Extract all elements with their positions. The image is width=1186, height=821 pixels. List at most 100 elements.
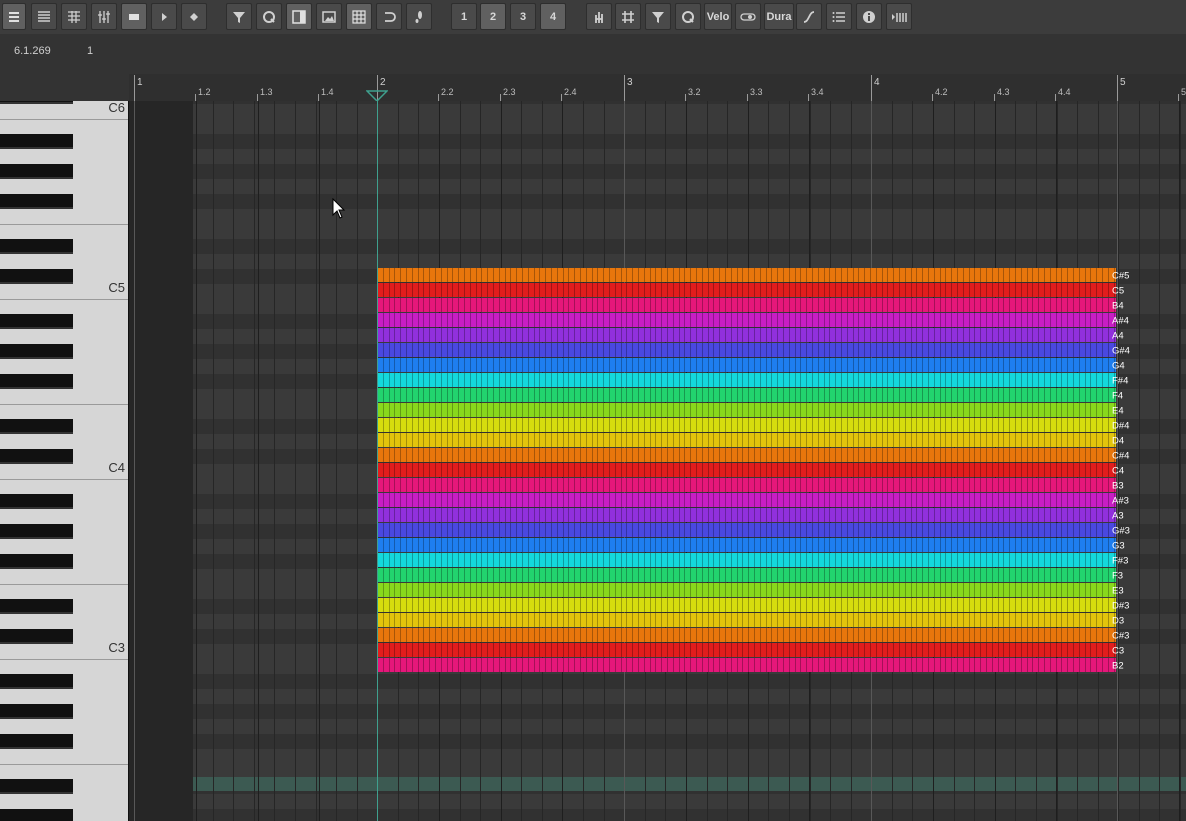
note-label: C#3 <box>1112 631 1129 642</box>
hash-icon[interactable] <box>615 3 641 30</box>
ruler-tick <box>747 94 748 101</box>
image-icon[interactable] <box>316 3 342 30</box>
info-icon[interactable] <box>856 3 882 30</box>
note-label: A4 <box>1112 331 1124 342</box>
black-key[interactable] <box>0 809 73 821</box>
black-key[interactable] <box>0 629 73 644</box>
menu-icon[interactable] <box>2 3 26 30</box>
ruler-beat-label: 4.2 <box>935 87 948 97</box>
play-icon[interactable] <box>151 3 177 30</box>
grid-row <box>129 149 1186 164</box>
note-label: C4 <box>1112 466 1124 477</box>
grid-view-icon[interactable] <box>61 3 87 30</box>
grid-canvas[interactable]: C#5 C5 B4 A#4 A4 G#4 G4 F#4 F4 E4 D#4 D4 C#4 C4 B3 A#3 A… <box>129 101 1186 821</box>
note-label: A#4 <box>1112 316 1129 327</box>
ruler-tick <box>994 94 995 101</box>
quantize2-icon[interactable] <box>675 3 701 30</box>
number-button-2[interactable]: 2 <box>480 3 506 30</box>
grid-row <box>129 749 1186 764</box>
black-key[interactable] <box>0 314 73 329</box>
black-key[interactable] <box>0 269 73 284</box>
ruler-beat-label: 2.3 <box>503 87 516 97</box>
ruler-beat-label: 4.4 <box>1058 87 1071 97</box>
grid-row <box>129 254 1186 269</box>
grid-row <box>129 809 1186 821</box>
panel-icon[interactable] <box>286 3 312 30</box>
piano-play-icon[interactable] <box>886 3 912 30</box>
black-key[interactable] <box>0 134 73 149</box>
loop-icon[interactable] <box>376 3 402 30</box>
note-label: E4 <box>1112 406 1124 417</box>
white-key-divider <box>0 659 128 660</box>
grid-row <box>129 224 1186 239</box>
grid-row <box>129 704 1186 719</box>
black-key[interactable] <box>0 779 73 794</box>
toolbar: 1 2 3 4 Velo Dura <box>0 0 1186 34</box>
quantize-icon[interactable] <box>256 3 282 30</box>
list-icon[interactable] <box>826 3 852 30</box>
ruler-tick <box>685 94 686 101</box>
ruler-beat-label: 2.4 <box>564 87 577 97</box>
ruler-beat-label: 5.2 <box>1181 87 1186 97</box>
filter2-icon[interactable] <box>645 3 671 30</box>
note-label: C#5 <box>1112 271 1129 282</box>
black-key[interactable] <box>0 101 73 104</box>
black-key[interactable] <box>0 239 73 254</box>
diamond-icon[interactable] <box>181 3 207 30</box>
black-key[interactable] <box>0 344 73 359</box>
list-view-icon[interactable] <box>31 3 57 30</box>
note-label: C3 <box>1112 646 1124 657</box>
black-key[interactable] <box>0 419 73 434</box>
black-key[interactable] <box>0 164 73 179</box>
ruler-beat-label: 4.3 <box>997 87 1010 97</box>
black-key[interactable] <box>0 524 73 539</box>
black-key[interactable] <box>0 599 73 614</box>
hand-icon[interactable] <box>586 3 612 30</box>
note-label: A#3 <box>1112 496 1129 507</box>
stop-icon[interactable] <box>121 3 147 30</box>
duration-button[interactable]: Dura <box>764 3 794 30</box>
ruler-tick <box>624 75 625 101</box>
mixer-icon[interactable] <box>91 3 117 30</box>
white-key-divider <box>0 764 128 765</box>
black-key[interactable] <box>0 734 73 749</box>
white-key-divider <box>0 404 128 405</box>
number-button-1[interactable]: 1 <box>451 3 477 30</box>
ruler-tick <box>1178 94 1179 101</box>
ruler-beat-label: 3.4 <box>811 87 824 97</box>
ruler-tick <box>561 94 562 101</box>
octave-label: C5 <box>108 280 125 295</box>
velocity-button[interactable]: Velo <box>704 3 732 30</box>
note-label: B3 <box>1112 481 1124 492</box>
piano-keyboard[interactable]: C6C5C4C3C2 <box>0 101 129 821</box>
filter-icon[interactable] <box>226 3 252 30</box>
timeline-ruler[interactable]: 1 1.2 1.3 1.4 2 2.2 2.3 2.4 3 3.2 3.3 3.4 4 4.2 4.3 4.4… <box>0 74 1186 102</box>
black-key[interactable] <box>0 374 73 389</box>
grid-row <box>129 101 1186 104</box>
black-key[interactable] <box>0 449 73 464</box>
number-button-4[interactable]: 4 <box>540 3 566 30</box>
ruler-tick <box>808 94 809 101</box>
ruler-tick <box>1055 94 1056 101</box>
grid-row <box>129 239 1186 254</box>
ruler-tick <box>134 75 135 101</box>
white-key-divider <box>0 584 128 585</box>
curve-icon[interactable] <box>796 3 822 30</box>
grid-row <box>129 119 1186 134</box>
slider-icon[interactable] <box>735 3 761 30</box>
grid-row <box>129 674 1186 689</box>
note-label: G3 <box>1112 541 1125 552</box>
note-label: E3 <box>1112 586 1124 597</box>
black-key[interactable] <box>0 554 73 569</box>
grid-icon[interactable] <box>346 3 372 30</box>
black-key[interactable] <box>0 674 73 689</box>
note-label: G4 <box>1112 361 1125 372</box>
black-key[interactable] <box>0 704 73 719</box>
note-grid[interactable]: C#5 C5 B4 A#4 A4 G#4 G4 F#4 F4 E4 D#4 D4 C#4 C4 B3 A#3 A… <box>129 101 1186 821</box>
note-label: D#3 <box>1112 601 1129 612</box>
ruler-beat-label: 1.3 <box>260 87 273 97</box>
black-key[interactable] <box>0 494 73 509</box>
black-key[interactable] <box>0 194 73 209</box>
foot-icon[interactable] <box>406 3 432 30</box>
number-button-3[interactable]: 3 <box>510 3 536 30</box>
